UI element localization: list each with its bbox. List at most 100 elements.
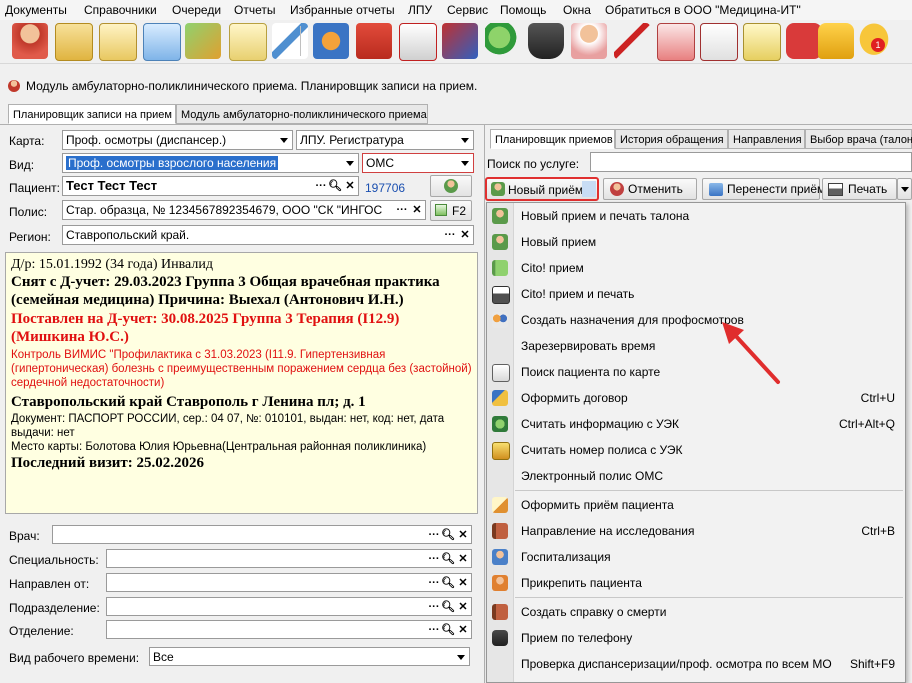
menu-item-check-dispensary[interactable]: Проверка диспансеризации/проф. осмотра п… xyxy=(487,651,905,677)
lock-icon[interactable] xyxy=(818,23,854,59)
cancel-button[interactable]: Отменить xyxy=(603,178,697,200)
lpu-select[interactable]: ЛПУ. Регистратура xyxy=(296,130,474,150)
first-aid-icon[interactable] xyxy=(399,23,437,61)
menu-references[interactable]: Справочники xyxy=(84,3,157,17)
lab-icon[interactable] xyxy=(185,23,221,59)
work-time-select[interactable]: Все xyxy=(149,647,470,666)
ellipsis-icon[interactable]: ··· xyxy=(427,551,441,567)
tab-history[interactable]: История обращения xyxy=(615,129,728,149)
close-icon[interactable]: ✕ xyxy=(456,575,470,591)
ellipsis-icon[interactable]: ··· xyxy=(443,227,457,243)
apps-icon[interactable] xyxy=(786,23,822,59)
chevron-down-icon[interactable] xyxy=(453,648,469,665)
tab-outpatient-module[interactable]: Модуль амбулаторно-поликлинического прие… xyxy=(176,104,428,124)
menu-item-new-and-print-ticket[interactable]: Новый прием и печать талона xyxy=(487,203,905,229)
otd-field[interactable]: ··· 🔍︎ ✕ xyxy=(106,620,472,639)
tab-scheduler[interactable]: Планировщик записи на прием xyxy=(8,104,176,124)
search-icon[interactable]: 🔍︎ xyxy=(441,551,455,567)
ellipsis-icon[interactable]: ··· xyxy=(427,599,441,615)
menu-item-cito-print[interactable]: Cito! прием и печать xyxy=(487,281,905,307)
ellipsis-icon[interactable]: ··· xyxy=(314,178,328,194)
menu-item-contract[interactable]: Оформить договор Ctrl+U xyxy=(487,385,905,411)
karta-select[interactable]: Проф. осмотры (диспансер.) xyxy=(62,130,293,150)
menu-item-create-prof-assignments[interactable]: Создать назначения для профосмотров xyxy=(487,307,905,333)
close-icon[interactable]: ✕ xyxy=(343,178,357,194)
menu-item-research-referral[interactable]: Направление на исследования Ctrl+B xyxy=(487,518,905,544)
newspaper-icon[interactable] xyxy=(700,23,738,61)
polis-field[interactable]: Стар. образца, № 1234567892354679, ООО "… xyxy=(62,200,426,220)
menu-item-read-polis-uek[interactable]: Считать номер полиса с УЭК xyxy=(487,437,905,463)
scanner-icon[interactable] xyxy=(528,23,564,59)
menu-item-attach-patient[interactable]: Прикрепить пациента xyxy=(487,570,905,596)
tab-directions[interactable]: Направления xyxy=(728,129,805,149)
search-icon[interactable]: 🔍︎ xyxy=(441,527,455,543)
syringe-icon[interactable] xyxy=(272,23,308,59)
medkit-icon[interactable] xyxy=(356,23,392,59)
menu-windows[interactable]: Окна xyxy=(563,3,591,17)
window-icon[interactable] xyxy=(657,23,695,61)
menu-lpu[interactable]: ЛПУ xyxy=(408,3,432,17)
menu-item-reserve-time[interactable]: Зарезервировать время xyxy=(487,333,905,359)
move-appointment-button[interactable]: Перенести приём xyxy=(702,178,825,200)
vid-select[interactable]: Проф. осмотры взрослого населения xyxy=(62,153,359,173)
menu-item-hospitalization[interactable]: Госпитализация xyxy=(487,544,905,570)
ellipsis-icon[interactable]: ··· xyxy=(427,527,441,543)
f2-button[interactable]: F2 xyxy=(430,200,472,221)
tab-planner[interactable]: Планировщик приемов xyxy=(490,129,615,149)
vrach-field[interactable]: ··· 🔍︎ ✕ xyxy=(52,525,472,544)
chevron-down-icon[interactable] xyxy=(276,131,292,149)
close-icon[interactable]: ✕ xyxy=(410,202,424,218)
patient-action-button[interactable] xyxy=(430,175,472,197)
search-icon[interactable]: 🔍︎ xyxy=(441,622,455,638)
close-icon[interactable]: ✕ xyxy=(456,527,470,543)
thermometer-icon[interactable] xyxy=(614,23,650,59)
close-icon[interactable]: ✕ xyxy=(456,551,470,567)
print-button[interactable]: Печать xyxy=(822,178,897,200)
podr-field[interactable]: ··· 🔍︎ ✕ xyxy=(106,597,472,616)
menu-item-search-by-card[interactable]: Поиск пациента по карте xyxy=(487,359,905,385)
ellipsis-icon[interactable]: ··· xyxy=(395,202,409,218)
menu-help[interactable]: Помощь xyxy=(500,3,546,17)
chevron-down-icon[interactable] xyxy=(582,181,596,197)
doctor-icon[interactable] xyxy=(12,23,48,59)
menu-service[interactable]: Сервис xyxy=(447,3,488,17)
pills-icon[interactable] xyxy=(485,23,521,59)
region-field[interactable]: Ставропольский край. ··· ✕ xyxy=(62,225,474,245)
search-icon[interactable]: 🔍︎ xyxy=(441,575,455,591)
map-icon[interactable] xyxy=(313,23,349,59)
napr-field[interactable]: ··· 🔍︎ ✕ xyxy=(106,573,472,592)
menu-item-new[interactable]: Новый прием xyxy=(487,229,905,255)
menu-item-death-certificate[interactable]: Создать справку о смерти xyxy=(487,599,905,625)
list-icon[interactable] xyxy=(743,23,781,61)
menu-item-cito[interactable]: Cito! прием xyxy=(487,255,905,281)
menu-favorite-reports[interactable]: Избранные отчеты xyxy=(290,3,395,17)
search-icon[interactable]: 🔍︎ xyxy=(441,599,455,615)
chevron-down-icon[interactable] xyxy=(457,131,473,149)
ellipsis-icon[interactable]: ··· xyxy=(427,622,441,638)
menu-contact[interactable]: Обратиться в ООО "Медицина-ИТ" xyxy=(605,3,801,17)
search-icon[interactable]: 🔍︎ xyxy=(328,178,342,194)
search-service-input[interactable] xyxy=(590,152,912,172)
menu-item-electronic-polis[interactable]: Электронный полис ОМС xyxy=(487,463,905,489)
spec-field[interactable]: ··· 🔍︎ ✕ xyxy=(106,549,472,568)
close-icon[interactable]: ✕ xyxy=(458,227,472,243)
chevron-down-icon[interactable] xyxy=(457,154,473,172)
menu-item-phone-appointment[interactable]: Прием по телефону xyxy=(487,625,905,651)
card-icon[interactable] xyxy=(99,23,137,61)
print-dropdown-button[interactable] xyxy=(897,178,912,200)
menu-item-read-uek[interactable]: Считать информацию с УЭК Ctrl+Alt+Q xyxy=(487,411,905,437)
nurse-icon[interactable] xyxy=(571,23,607,59)
menu-item-register-visit[interactable]: Оформить приём пациента xyxy=(487,492,905,518)
close-icon[interactable]: ✕ xyxy=(456,599,470,615)
ellipsis-icon[interactable]: ··· xyxy=(427,575,441,591)
pane-splitter[interactable] xyxy=(484,124,485,683)
oms-select[interactable]: ОМС xyxy=(362,153,474,173)
chevron-down-icon[interactable] xyxy=(342,154,358,172)
patient-field[interactable]: Тест Тест Тест ··· 🔍︎ ✕ xyxy=(62,176,359,196)
tab-doctor-choice[interactable]: Выбор врача (талон xyxy=(805,129,912,149)
new-appointment-button[interactable]: Новый приём xyxy=(485,177,599,201)
close-icon[interactable]: ✕ xyxy=(456,622,470,638)
id-card-icon[interactable] xyxy=(143,23,181,61)
menu-queues[interactable]: Очереди xyxy=(172,3,221,17)
menu-documents[interactable]: Документы xyxy=(5,3,67,17)
